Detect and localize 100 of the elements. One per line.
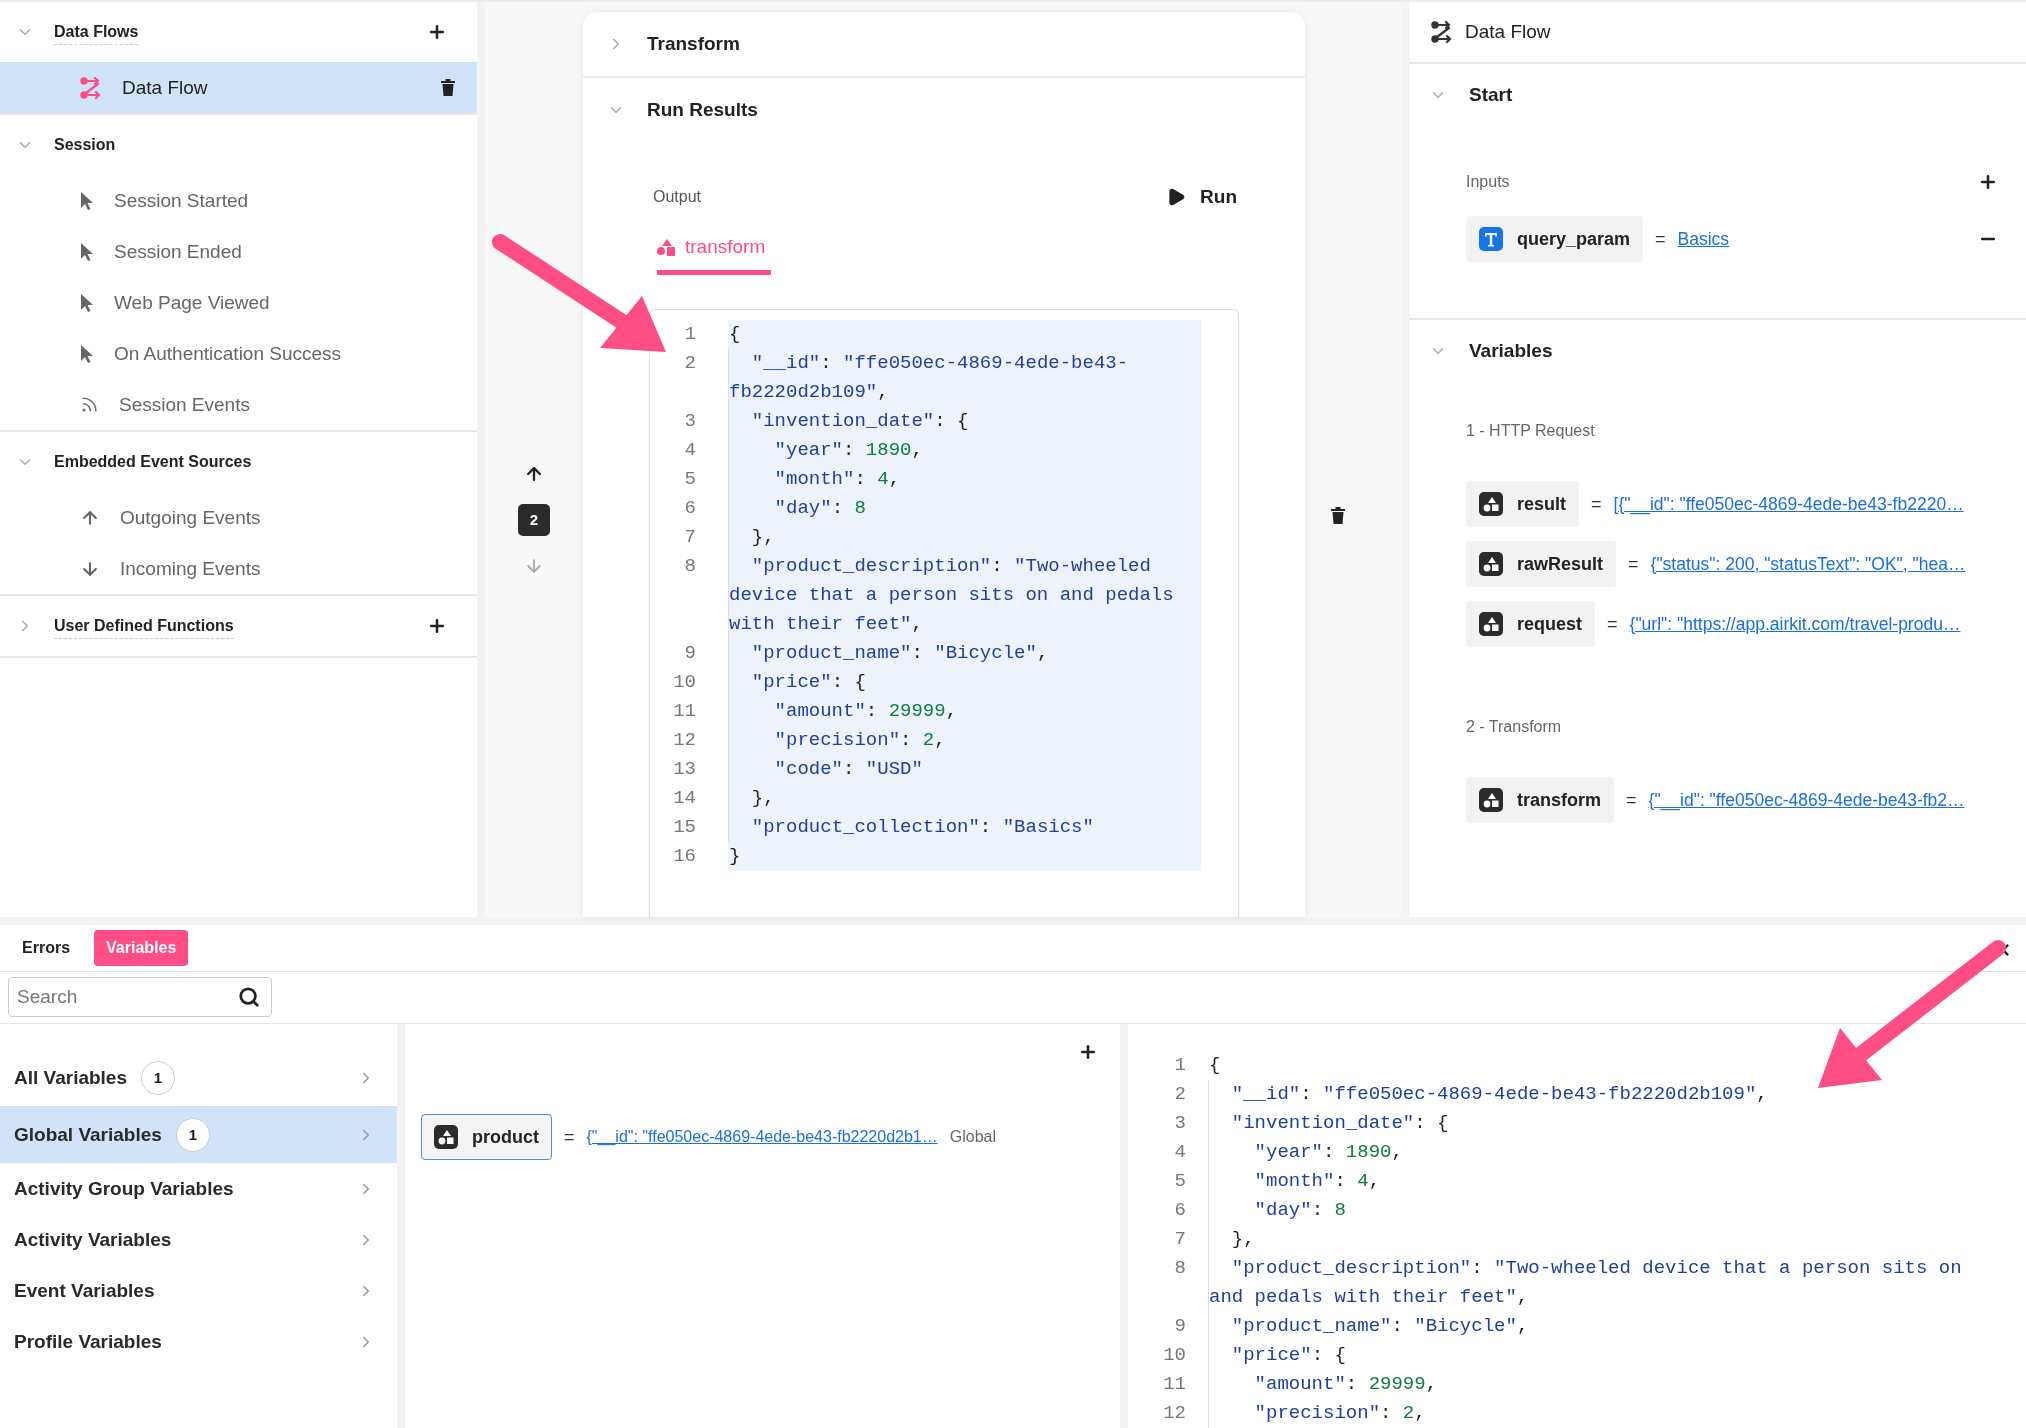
line-number: 10 — [1162, 1343, 1187, 1368]
trash-icon[interactable] — [1331, 507, 1345, 524]
line-number: 4 — [1173, 1140, 1187, 1165]
group-label: 2 - Transform — [1466, 718, 1562, 736]
sidebar-item[interactable]: Session Started — [0, 175, 477, 226]
line-number: 13 — [672, 757, 697, 782]
code-line: "year": 1890, — [1208, 1138, 1999, 1167]
trash-icon[interactable] — [441, 79, 455, 96]
panel-tab[interactable]: Errors — [10, 929, 83, 966]
code-line: "precision": 2, — [1208, 1399, 1999, 1428]
sidebar-item[interactable]: Session Events — [0, 379, 477, 430]
shapes-icon — [1479, 612, 1503, 636]
line-number: 1 — [683, 322, 697, 347]
variable-value-link[interactable]: Basics — [1677, 228, 1730, 250]
category-item[interactable]: Activity Group Variables — [0, 1163, 397, 1214]
code-line: "day": 8 — [1208, 1196, 1999, 1225]
variable-value-link[interactable]: {"__id": "ffe050ec-4869-4ede-be43-fb2… — [1648, 789, 1965, 811]
shapes-icon — [1479, 552, 1503, 576]
line-number: 5 — [683, 467, 697, 492]
equals-sign: = — [1626, 789, 1637, 811]
search-icon[interactable] — [238, 986, 260, 1009]
run-button[interactable]: Run — [1166, 182, 1237, 212]
section-title: Run Results — [647, 99, 758, 121]
output-label: Output — [653, 188, 702, 206]
variable-chip[interactable]: rawResult — [1466, 541, 1617, 587]
cursor-icon — [80, 191, 94, 210]
line-number: 15 — [672, 815, 697, 840]
count-badge: 1 — [175, 1117, 210, 1152]
code-line: "invention_date": { — [1208, 1109, 1999, 1138]
sidebar-item[interactable]: Incoming Events — [0, 543, 477, 594]
sidebar-item[interactable]: Data Flow — [0, 62, 477, 113]
code-line: { — [1208, 1053, 1222, 1078]
sidebar-item[interactable]: On Authentication Success — [0, 328, 477, 379]
line-number: 12 — [672, 728, 697, 753]
step-number: 2 — [518, 503, 550, 536]
scope-label: Global — [949, 1128, 996, 1146]
category-item[interactable]: Event Variables — [0, 1265, 397, 1316]
category-item[interactable]: Profile Variables — [0, 1316, 397, 1367]
count-badge: 1 — [141, 1060, 175, 1095]
section-title: Embedded Event Sources — [54, 453, 252, 472]
sidebar-item[interactable]: Outgoing Events — [0, 492, 477, 543]
variable-chip[interactable]: product — [421, 1114, 552, 1160]
line-number: 10 — [672, 670, 697, 695]
category-item[interactable]: Activity Variables — [0, 1214, 397, 1265]
variable-value-link[interactable]: [{"__id": "ffe050ec-4869-4ede-be43-fb2220… — [1613, 493, 1964, 515]
equals-sign: = — [1607, 613, 1618, 635]
category-item[interactable]: Global Variables 1 — [0, 1106, 397, 1163]
variable-value-link[interactable]: {"__id": "ffe050ec-4869-4ede-be43-fb2220d2b1… — [586, 1128, 938, 1146]
line-number: 6 — [1173, 1198, 1187, 1223]
section-title: Transform — [647, 33, 740, 55]
cursor-icon — [80, 344, 94, 363]
variable-value-link[interactable]: {"url": "https://app.airkit.com/travel-produ… — [1629, 613, 1961, 635]
sidebar-item[interactable]: Session Ended — [0, 226, 477, 277]
add-icon[interactable] — [1078, 1042, 1098, 1062]
line-number: 5 — [1173, 1169, 1187, 1194]
line-number: 2 — [1173, 1082, 1187, 1107]
section-title: Session — [54, 136, 116, 155]
add-icon[interactable] — [1978, 172, 1998, 192]
category-item[interactable]: All Variables 1 — [0, 1049, 397, 1106]
search-field[interactable]: Search — [8, 977, 272, 1018]
section-title: User Defined Functions — [54, 617, 234, 639]
equals-sign: = — [1628, 553, 1639, 575]
line-number: 9 — [683, 641, 697, 666]
variable-chip[interactable]: result — [1466, 481, 1580, 527]
line-number: 4 — [683, 438, 697, 463]
line-number: 7 — [683, 525, 697, 550]
code-line: }, — [1208, 1225, 1999, 1254]
equals-sign: = — [564, 1126, 575, 1148]
code-line: "price": { — [1208, 1341, 1999, 1370]
section-title: Variables — [1469, 340, 1553, 362]
line-number: 11 — [1162, 1372, 1187, 1397]
code-line: "product_description": "Two-wheeled device that a person sits on and pedals with their feet", — [1208, 1254, 1999, 1312]
variable-chip[interactable]: query_param — [1466, 216, 1644, 262]
line-number: 16 — [672, 844, 697, 869]
line-number: 12 — [1162, 1401, 1187, 1426]
cursor-icon — [80, 242, 94, 261]
play-icon — [1166, 187, 1187, 207]
variable-chip[interactable]: request — [1466, 601, 1596, 647]
add-icon[interactable] — [427, 616, 447, 636]
equals-sign: = — [1655, 228, 1666, 250]
line-number: 11 — [672, 699, 697, 724]
shapes-icon — [657, 238, 675, 256]
line-number: 8 — [1173, 1256, 1187, 1281]
section-title: Start — [1469, 84, 1513, 106]
add-icon[interactable] — [427, 22, 447, 42]
flow-icon — [80, 76, 102, 99]
code-line: "month": 4, — [1208, 1167, 1999, 1196]
variable-value-link[interactable]: {"status": 200, "statusText": "OK", "hea… — [1650, 553, 1966, 575]
equals-sign: = — [1591, 493, 1602, 515]
line-number: 8 — [683, 554, 697, 579]
variable-chip[interactable]: transform — [1466, 777, 1614, 823]
shapes-icon — [434, 1125, 458, 1149]
sidebar-item[interactable]: Web Page Viewed — [0, 277, 477, 328]
line-number: 1 — [1173, 1053, 1187, 1078]
group-label: 1 - HTTP Request — [1466, 422, 1595, 440]
shapes-icon — [1479, 492, 1503, 516]
line-number: 3 — [683, 409, 697, 434]
panel-title: Data Flow — [1465, 21, 1551, 43]
line-number: 6 — [683, 496, 697, 521]
code-line: "product_name": "Bicycle", — [1208, 1312, 1999, 1341]
